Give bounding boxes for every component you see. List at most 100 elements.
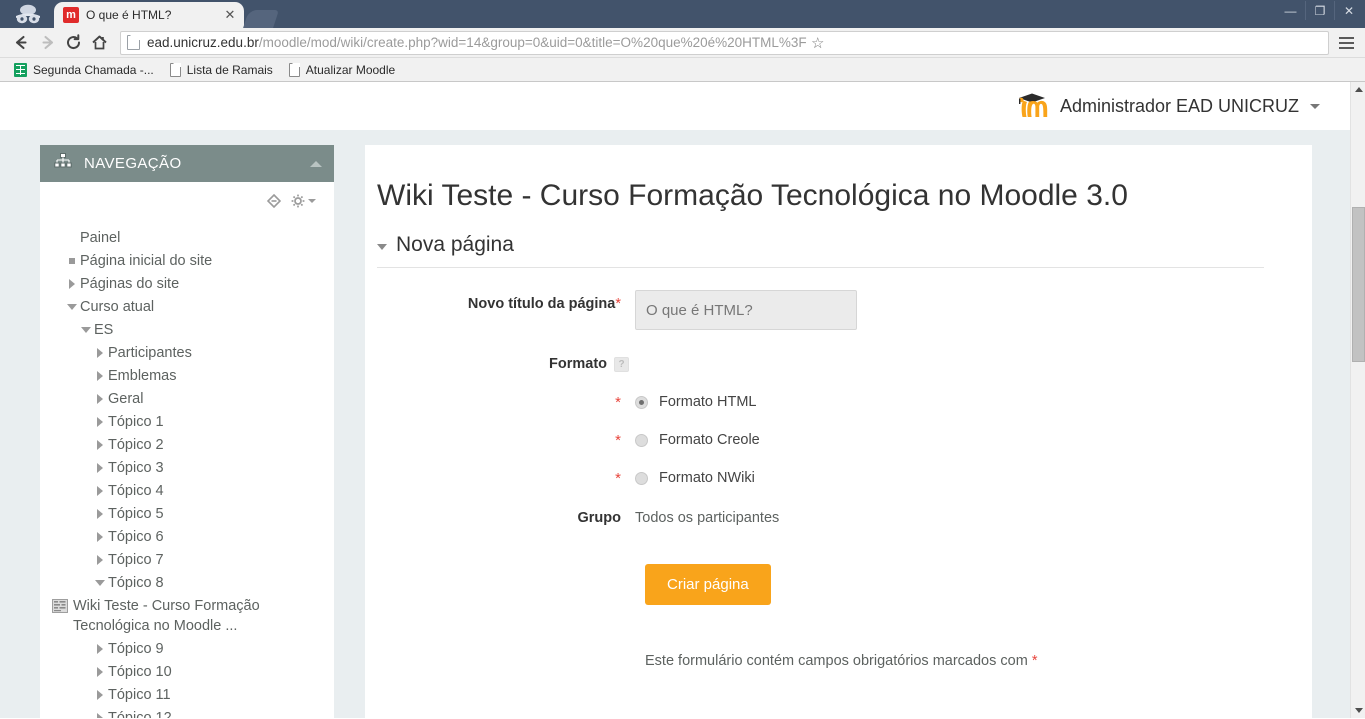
radio-row-nwiki[interactable]: * Formato NWiki bbox=[377, 470, 1272, 486]
title-field-wrap: O que é HTML? bbox=[635, 290, 1272, 330]
nav-item-emblemas[interactable]: Emblemas bbox=[52, 364, 324, 387]
required-marker: * bbox=[615, 469, 621, 487]
collapse-icon[interactable] bbox=[64, 297, 80, 317]
nav-item-site-pages[interactable]: Páginas do site bbox=[52, 272, 324, 295]
expand-icon[interactable] bbox=[92, 639, 108, 659]
nav-item-topico-2[interactable]: Tópico 2 bbox=[52, 433, 324, 456]
group-field-label: Grupo bbox=[577, 510, 622, 526]
expand-icon[interactable] bbox=[92, 504, 108, 524]
minimize-icon[interactable]: — bbox=[1276, 1, 1305, 20]
nav-item-label: Tópico 8 bbox=[108, 574, 164, 591]
nav-item-geral[interactable]: Geral bbox=[52, 387, 324, 410]
create-page-button[interactable]: Criar página bbox=[645, 564, 771, 605]
nav-item-current-course[interactable]: Curso atual bbox=[52, 295, 324, 318]
nav-item-painel[interactable]: Painel bbox=[52, 226, 324, 249]
nav-item-label: Emblemas bbox=[108, 367, 177, 384]
new-tab-button[interactable] bbox=[243, 10, 279, 28]
gear-icon[interactable] bbox=[291, 194, 316, 208]
bookmark-star-icon[interactable]: ☆ bbox=[807, 34, 829, 52]
expand-icon[interactable] bbox=[92, 435, 108, 455]
reload-icon[interactable] bbox=[60, 30, 86, 56]
expand-icon[interactable] bbox=[92, 481, 108, 501]
navigation-block: NAVEGAÇÃO Painel Página inicial do site … bbox=[40, 145, 334, 718]
expand-icon[interactable] bbox=[92, 458, 108, 478]
expand-icon[interactable] bbox=[92, 708, 108, 718]
radio-formato-nwiki[interactable] bbox=[635, 471, 648, 485]
nav-item-topico-4[interactable]: Tópico 4 bbox=[52, 479, 324, 502]
radio-row-creole[interactable]: * Formato Creole bbox=[377, 432, 1272, 448]
nav-item-label: Páginas do site bbox=[80, 275, 180, 292]
back-icon[interactable] bbox=[8, 30, 34, 56]
format-field-label: Formato ? bbox=[377, 354, 635, 372]
nav-item-topico-9[interactable]: Tópico 9 bbox=[52, 637, 324, 660]
wiki-icon bbox=[52, 598, 68, 614]
chevron-down-icon[interactable] bbox=[1310, 103, 1320, 109]
radio-formato-creole[interactable] bbox=[635, 433, 648, 447]
scroll-down-icon[interactable] bbox=[1351, 703, 1365, 718]
nav-item-topico-5[interactable]: Tópico 5 bbox=[52, 502, 324, 525]
navigation-block-body: Painel Página inicial do site Páginas do… bbox=[40, 182, 334, 718]
chevron-down-icon[interactable] bbox=[377, 243, 387, 250]
scrollbar-thumb[interactable] bbox=[1352, 207, 1365, 362]
expand-icon[interactable] bbox=[92, 685, 108, 705]
nav-item-participantes[interactable]: Participantes bbox=[52, 341, 324, 364]
page-info-icon[interactable] bbox=[127, 35, 140, 50]
nav-item-topico-10[interactable]: Tópico 10 bbox=[52, 660, 324, 683]
nav-item-topico-8[interactable]: Tópico 8 bbox=[52, 571, 324, 594]
bullet-icon bbox=[64, 251, 80, 271]
nav-item-topico-7[interactable]: Tópico 7 bbox=[52, 548, 324, 571]
scroll-up-icon[interactable] bbox=[1351, 82, 1365, 97]
nav-item-wiki-teste[interactable]: Wiki Teste - Curso Formação Tecnológica … bbox=[52, 594, 324, 637]
bookmark-label: Lista de Ramais bbox=[186, 62, 273, 77]
bookmark-item[interactable]: Lista de Ramais bbox=[162, 60, 281, 80]
address-bar[interactable]: ead.unicruz.edu.br/moodle/mod/wiki/creat… bbox=[120, 30, 1329, 55]
document-icon bbox=[169, 62, 181, 77]
navigation-tree: Painel Página inicial do site Páginas do… bbox=[52, 212, 324, 718]
close-window-icon[interactable]: ✕ bbox=[1334, 1, 1363, 20]
bookmark-label: Atualizar Moodle bbox=[305, 62, 396, 77]
spreadsheet-icon bbox=[14, 62, 27, 77]
expand-icon[interactable] bbox=[92, 550, 108, 570]
page-title: Wiki Teste - Curso Formação Tecnológica … bbox=[377, 179, 1128, 212]
nav-item-topico-12[interactable]: Tópico 12 bbox=[52, 706, 324, 718]
radio-row-html[interactable]: * Formato HTML bbox=[377, 394, 1272, 410]
incognito-icon bbox=[4, 2, 52, 26]
nav-item-topico-6[interactable]: Tópico 6 bbox=[52, 525, 324, 548]
nav-item-label: Tópico 11 bbox=[108, 686, 171, 703]
browser-tab[interactable]: m O que é HTML? ✕ bbox=[54, 2, 244, 28]
nav-item-label: Curso atual bbox=[80, 298, 155, 315]
expand-icon[interactable] bbox=[92, 366, 108, 386]
radio-formato-html[interactable] bbox=[635, 395, 648, 409]
chevron-down-icon[interactable] bbox=[308, 199, 316, 203]
tab-title: O que é HTML? bbox=[86, 8, 172, 22]
browser-navbar: ead.unicruz.edu.br/moodle/mod/wiki/creat… bbox=[0, 28, 1365, 58]
close-icon[interactable]: ✕ bbox=[222, 7, 238, 23]
title-input[interactable]: O que é HTML? bbox=[635, 290, 857, 330]
expand-icon[interactable] bbox=[92, 527, 108, 547]
nav-item-label: Página inicial do site bbox=[80, 252, 213, 269]
expand-icon[interactable] bbox=[92, 389, 108, 409]
browser-menu-icon[interactable] bbox=[1335, 36, 1357, 49]
collapse-icon[interactable] bbox=[78, 320, 94, 340]
section-heading[interactable]: Nova página bbox=[377, 233, 1264, 268]
expand-icon[interactable] bbox=[92, 412, 108, 432]
expand-icon[interactable] bbox=[92, 662, 108, 682]
dock-icon[interactable] bbox=[267, 194, 281, 208]
radio-label: Formato NWiki bbox=[659, 470, 755, 486]
nav-item-site-home[interactable]: Página inicial do site bbox=[52, 249, 324, 272]
user-menu[interactable]: Administrador EAD UNICRUZ bbox=[1015, 91, 1320, 121]
nav-item-topico-3[interactable]: Tópico 3 bbox=[52, 456, 324, 479]
maximize-icon[interactable]: ❐ bbox=[1305, 1, 1334, 20]
bookmark-item[interactable]: Segunda Chamada -... bbox=[6, 60, 162, 80]
collapse-icon[interactable] bbox=[310, 160, 322, 167]
bookmark-item[interactable]: Atualizar Moodle bbox=[281, 60, 403, 80]
home-icon[interactable] bbox=[86, 30, 112, 56]
help-icon[interactable]: ? bbox=[614, 357, 629, 372]
expand-icon[interactable] bbox=[92, 343, 108, 363]
expand-icon[interactable] bbox=[64, 274, 80, 294]
collapse-icon[interactable] bbox=[92, 573, 108, 593]
nav-item-topico-1[interactable]: Tópico 1 bbox=[52, 410, 324, 433]
nav-item-es[interactable]: ES bbox=[52, 318, 324, 341]
nav-item-topico-11[interactable]: Tópico 11 bbox=[52, 683, 324, 706]
page-scrollbar[interactable] bbox=[1350, 82, 1365, 718]
